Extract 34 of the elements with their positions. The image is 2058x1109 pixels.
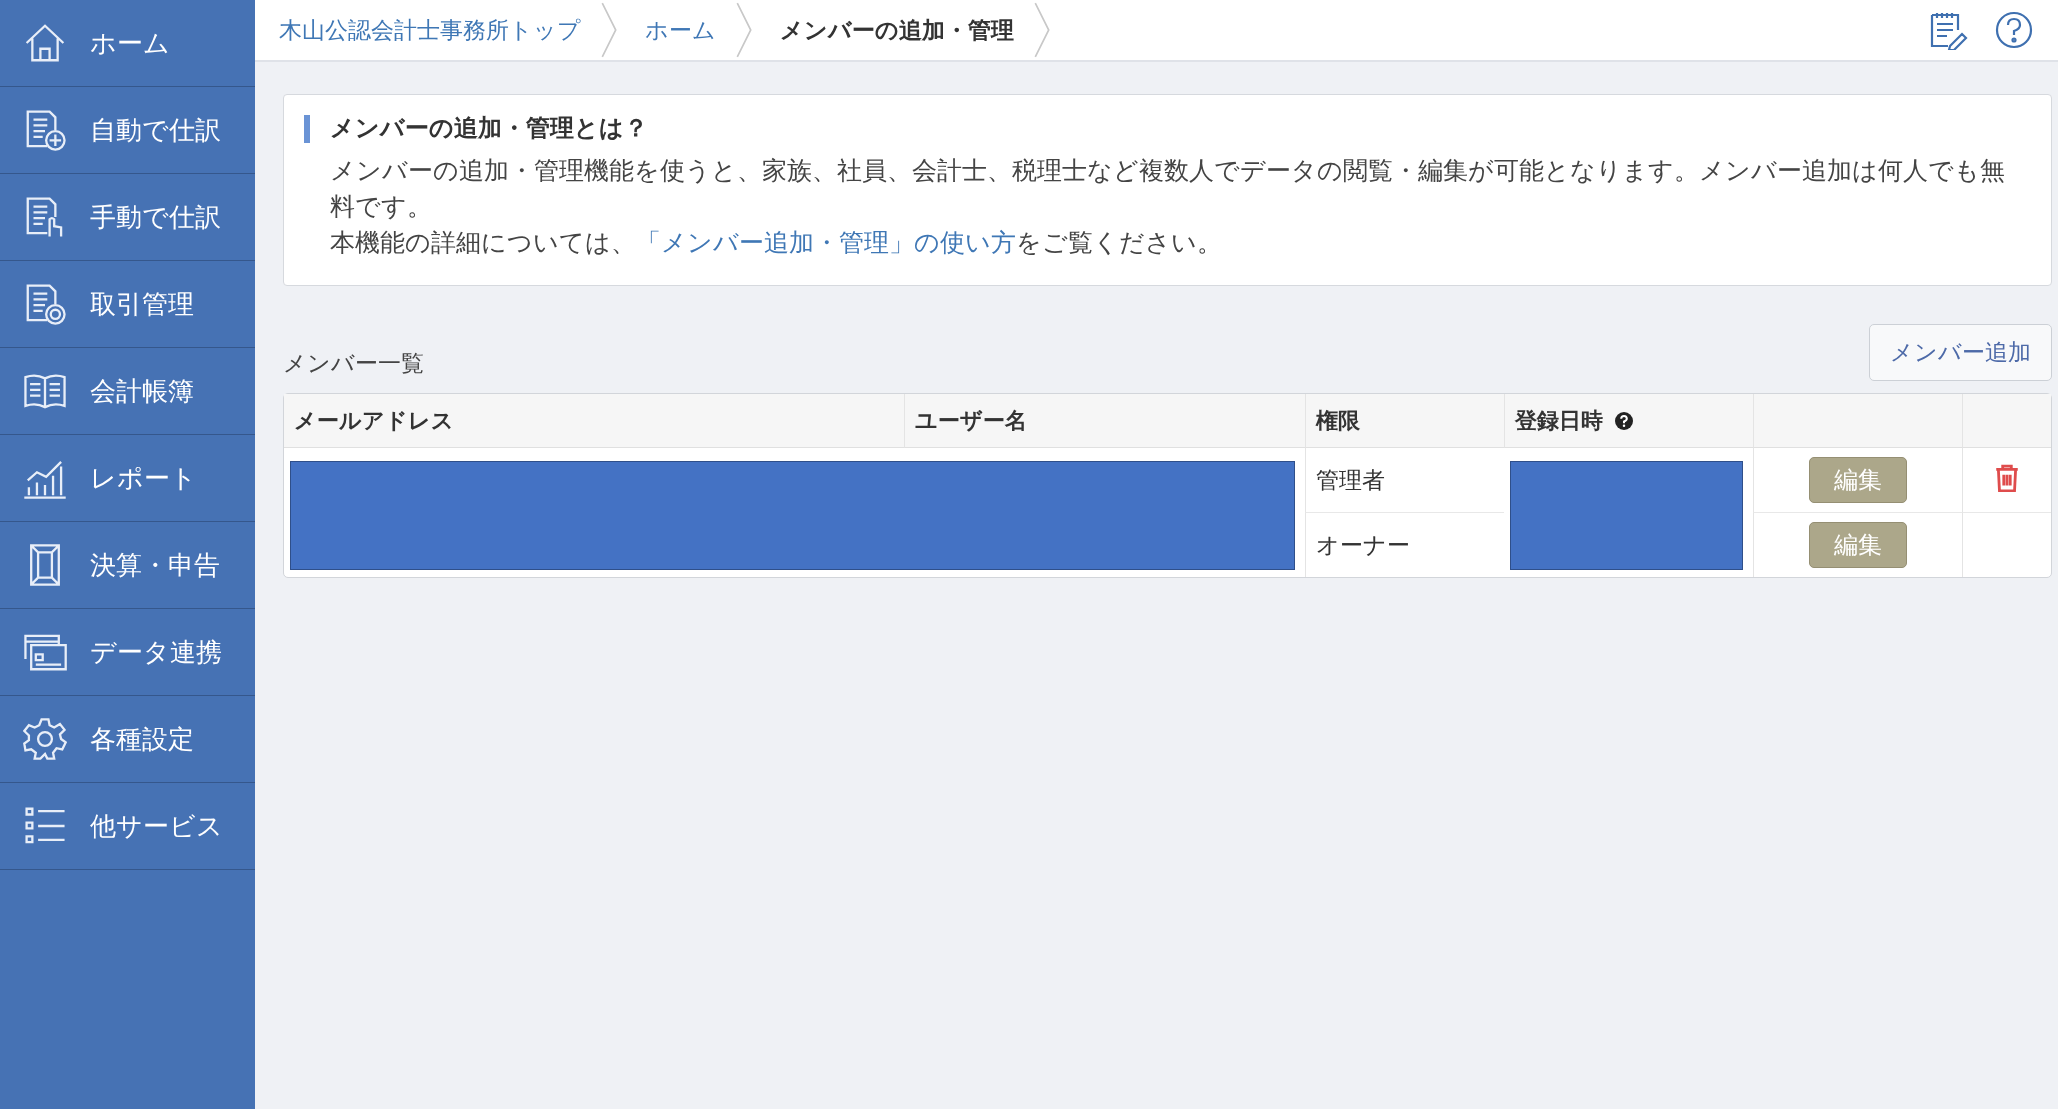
breadcrumb-link[interactable]: ホーム: [633, 14, 736, 46]
chevron-icon: [736, 2, 752, 58]
sidebar-item[interactable]: 決算・申告: [0, 522, 255, 609]
trash-icon[interactable]: [1994, 463, 2020, 492]
chevron-icon: [601, 2, 617, 58]
sidebar-item[interactable]: ホーム: [0, 0, 255, 87]
column-header: 権限: [1305, 394, 1504, 449]
add-member-button[interactable]: メンバー追加: [1869, 324, 2052, 382]
edit-button[interactable]: 編集: [1809, 457, 1907, 504]
sidebar-item[interactable]: 取引管理: [0, 261, 255, 348]
info-title: メンバーの追加・管理とは？: [304, 115, 2021, 143]
section-title: メンバー一覧: [283, 349, 424, 379]
column-header: ユーザー名: [904, 394, 1305, 449]
column-header: 登録日時: [1504, 394, 1753, 449]
usage-link[interactable]: 「メンバー追加・管理」の使い方: [636, 228, 1016, 258]
settings-icon: [22, 716, 68, 762]
breadcrumb-current: メンバーの追加・管理: [779, 15, 1015, 45]
info-detail-text: 本機能の詳細については、「メンバー追加・管理」の使い方をご覧ください。: [330, 227, 1223, 260]
sidebar-item[interactable]: データ連携: [0, 609, 255, 696]
chevron-icon: [1034, 2, 1050, 58]
edit-button[interactable]: 編集: [1809, 522, 1907, 569]
sidebar-item[interactable]: 会計帳簿: [0, 348, 255, 435]
sidebar-item[interactable]: 他サービス: [0, 783, 255, 870]
table-cell: 管理者: [1305, 448, 1504, 513]
sidebar-item[interactable]: 各種設定: [0, 696, 255, 783]
info-text: メンバーの追加・管理機能を使うと、家族、社員、会計士、税理士など複数人でデータの閲覧・編集が可能となります。メンバー追加は何人でも無料です。: [330, 154, 2006, 223]
notepad-pencil-icon[interactable]: [1928, 10, 1968, 50]
breadcrumb-link[interactable]: 木山公認会計士事務所トップ: [267, 14, 601, 46]
table-cell: オーナー: [1305, 512, 1504, 578]
help-icon[interactable]: [1615, 411, 1633, 430]
sidebar-item[interactable]: 手動で仕訳: [0, 174, 255, 261]
sidebar-item[interactable]: レポート: [0, 435, 255, 522]
column-header: メールアドレス: [284, 394, 904, 449]
sidebar-item[interactable]: 自動で仕訳: [0, 87, 255, 174]
